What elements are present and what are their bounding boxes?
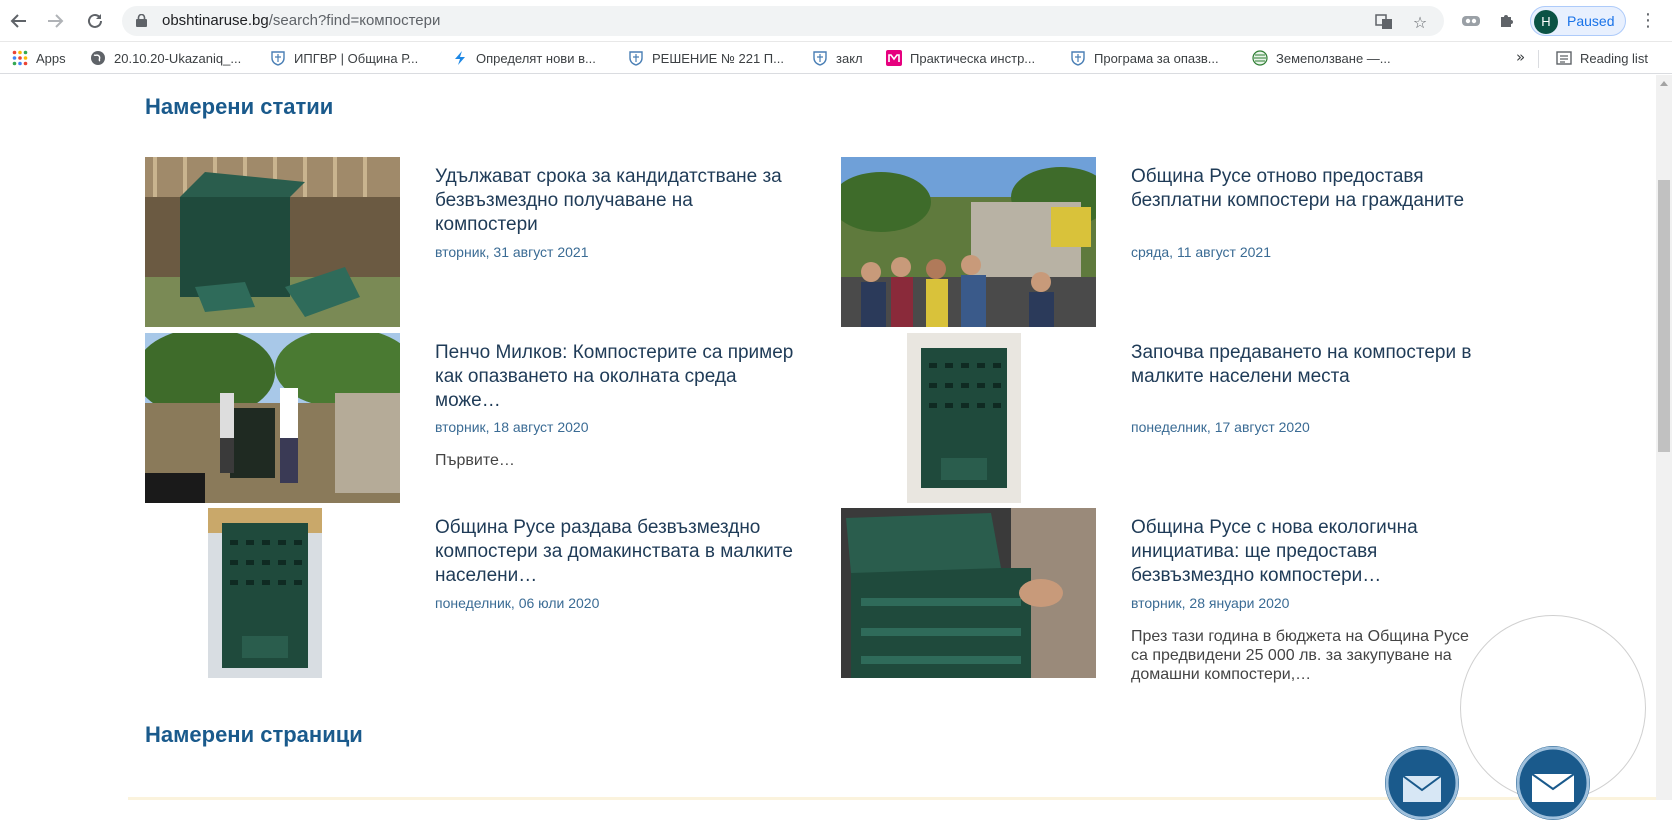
reading-list-icon (1556, 50, 1572, 66)
scrollbar-thumb[interactable] (1658, 180, 1670, 452)
article-title[interactable]: Община Русе отново предоставя безплатни … (1131, 165, 1491, 213)
bookmark-apps[interactable]: Apps (12, 48, 66, 68)
back-icon[interactable] (6, 8, 32, 34)
bookmark-ipgvr[interactable]: ИПГВР | Община Р... (270, 48, 418, 68)
mail-button[interactable] (1385, 746, 1459, 820)
crest-icon (812, 50, 828, 66)
article-thumbnail[interactable] (145, 508, 400, 678)
extension-icon[interactable] (1460, 10, 1482, 32)
found-pages-heading: Намерени страници (145, 722, 363, 747)
bookmark-ukazaniq[interactable]: 20.10.20-Ukazaniq_... (90, 48, 241, 68)
article-item[interactable]: Пенчо Милков: Компостерите са пример как… (145, 333, 825, 503)
mail-button[interactable] (1516, 746, 1590, 820)
profile-button[interactable]: H Paused (1530, 6, 1626, 36)
bookmark-zemepolzvane[interactable]: Земеползване —... (1252, 48, 1391, 68)
url-text: obshtinaruse.bg/search?find=компостери (162, 12, 441, 29)
bookmark-prakticheska[interactable]: Практическа инстр... (886, 48, 1035, 68)
article-item[interactable]: Започва предаването на компостери в малк… (841, 333, 1521, 503)
article-thumbnail[interactable] (145, 333, 400, 503)
bookmark-zakl[interactable]: закл (812, 48, 863, 68)
article-date: вторник, 18 август 2020 (435, 419, 589, 435)
bookmark-reshenie[interactable]: РЕШЕНИЕ № 221 П... (628, 48, 784, 68)
bookmark-programa[interactable]: Програма за опазв... (1070, 48, 1219, 68)
reload-icon[interactable] (82, 8, 108, 34)
article-thumbnail[interactable] (841, 508, 1096, 678)
article-date: вторник, 28 януари 2020 (1131, 595, 1290, 611)
article-item[interactable]: Община Русе раздава безвъзмездно компост… (145, 508, 825, 678)
puzzle-icon[interactable] (1496, 10, 1518, 32)
article-title[interactable]: Община Русе с нова екологична инициатива… (1131, 516, 1491, 588)
article-date: понеделник, 17 август 2020 (1131, 419, 1310, 435)
article-thumbnail[interactable] (841, 157, 1096, 327)
bookmarks-bar: Apps 20.10.20-Ukazaniq_... ИПГВР | Общин… (0, 42, 1672, 74)
article-title[interactable]: Започва предаването на компостери в малк… (1131, 341, 1491, 389)
article-title[interactable]: Община Русе раздава безвъзмездно компост… (435, 516, 795, 588)
reading-list-button[interactable]: Reading list (1556, 48, 1648, 68)
forward-icon[interactable] (42, 8, 68, 34)
bookmarks-divider (1538, 50, 1539, 68)
bookmarks-more-icon[interactable]: » (1516, 48, 1525, 66)
menu-dots-icon[interactable]: ⋮ (1638, 10, 1658, 32)
article-date: сряда, 11 август 2021 (1131, 244, 1271, 260)
translate-icon[interactable] (1374, 12, 1394, 32)
globe-green-icon (1252, 50, 1268, 66)
globe-icon (90, 50, 106, 66)
article-item[interactable]: Община Русе отново предоставя безплатни … (841, 157, 1521, 327)
apps-grid-icon (12, 50, 28, 66)
address-bar[interactable]: obshtinaruse.bg/search?find=компостери ☆ (122, 6, 1444, 36)
article-title[interactable]: Удължават срока за кандидатстване за без… (435, 165, 795, 237)
crest-icon (270, 50, 286, 66)
scroll-up-icon[interactable] (1660, 81, 1668, 86)
m-logo-icon (886, 50, 902, 66)
lightning-icon (452, 50, 468, 66)
lock-icon (136, 14, 147, 27)
found-articles-heading: Намерени статии (145, 94, 334, 119)
crest-icon (628, 50, 644, 66)
browser-toolbar: obshtinaruse.bg/search?find=компостери ☆… (0, 0, 1672, 42)
article-date: понеделник, 06 юли 2020 (435, 595, 600, 611)
article-item[interactable]: Удължават срока за кандидатстване за без… (145, 157, 825, 327)
envelope-icon (1516, 746, 1590, 820)
article-item[interactable]: Община Русе с нова екологична инициатива… (841, 508, 1521, 683)
article-title[interactable]: Пенчо Милков: Компостерите са пример как… (435, 341, 795, 413)
article-date: вторник, 31 август 2021 (435, 244, 589, 260)
avatar: H (1534, 10, 1558, 34)
article-excerpt: През тази година в бюджета на Община Рус… (1131, 628, 1469, 683)
page-content: Намерени статии Удължават срока за канди… (0, 75, 1656, 800)
article-thumbnail[interactable] (145, 157, 400, 327)
article-excerpt: Първите… (435, 452, 515, 469)
bookmark-opredelyat[interactable]: Определят нови в... (452, 48, 596, 68)
profile-status: Paused (1567, 13, 1615, 29)
crest-icon (1070, 50, 1086, 66)
star-icon[interactable]: ☆ (1410, 12, 1430, 32)
page-scrollbar[interactable] (1656, 75, 1672, 800)
envelope-icon (1385, 746, 1459, 820)
article-thumbnail[interactable] (841, 333, 1096, 503)
